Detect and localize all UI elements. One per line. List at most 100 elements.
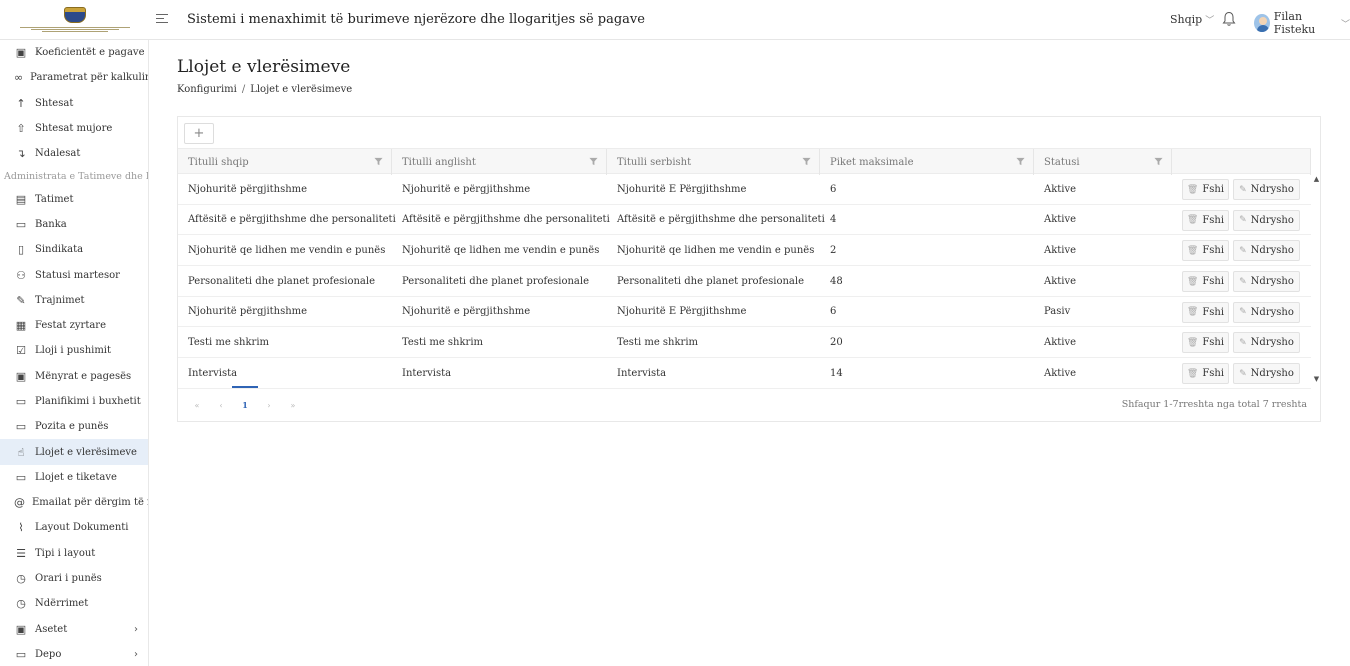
sidebar-item-bottom16[interactable]: ◷ Ndërrimet (0, 591, 148, 616)
next-page-button[interactable]: › (262, 401, 276, 410)
sidebar-item-bottom3[interactable]: ⚇ Statusi martesor (0, 262, 148, 287)
cell-title-sq: Aftësitë e përgjithshme dhe personalitet… (188, 214, 396, 226)
menu-toggle-icon[interactable] (156, 14, 168, 26)
sidebar-item-bottom17[interactable]: ▣ Asetet › (0, 617, 148, 642)
filter-icon[interactable] (1016, 157, 1025, 166)
sidebar-item-bottom4[interactable]: ✎ Trajnimet (0, 288, 148, 313)
delete-label: Fshi (1202, 337, 1225, 349)
sidebar-item-label: Festat zyrtare (35, 320, 106, 332)
scroll-down-arrow-icon[interactable]: ▼ (1312, 375, 1321, 385)
sidebar-item-bottom15[interactable]: ◷ Orari i punës (0, 566, 148, 591)
delete-button[interactable]: 🗑 Fshi (1182, 332, 1229, 354)
sidebar-item-bottom8[interactable]: ▭ Planifikimi i buxhetit (0, 389, 148, 414)
cell-title-en: Personaliteti dhe planet profesionale (402, 275, 590, 287)
briefcase-icon: ▭ (15, 420, 27, 434)
delete-label: Fshi (1202, 214, 1225, 226)
sidebar-item-label: Layout Dokumenti (35, 522, 129, 534)
sidebar-item-bottom13[interactable]: ⌇ Layout Dokumenti (0, 515, 148, 540)
delete-button[interactable]: 🗑 Fshi (1182, 179, 1229, 200)
pagination: « ‹ 1 › » (190, 386, 310, 413)
edit-label: Ndrysho (1250, 214, 1294, 226)
sidebar-item-bottom1[interactable]: ▭ Banka (0, 212, 148, 237)
ordered-list-icon: ☰ (16, 546, 26, 560)
cell-title-sq: Testi me shkrim (188, 336, 270, 348)
user-menu[interactable]: Filan Fisteku ﹀ (1254, 10, 1350, 36)
first-page-button[interactable]: « (190, 401, 204, 410)
last-page-button[interactable]: » (286, 401, 300, 410)
sidebar-item-top4[interactable]: ↴ Ndalesat (0, 141, 148, 166)
filter-icon[interactable] (589, 157, 598, 166)
edit-button[interactable]: ✎ Ndrysho (1233, 240, 1300, 262)
trash-icon: 🗑 (1186, 245, 1199, 256)
sidebar-item-top3[interactable]: ⇧ Shtesat mujore (0, 116, 148, 141)
filter-icon[interactable] (802, 157, 811, 166)
cell-max-points: 6 (830, 306, 837, 318)
table-row: Njohuritë përgjithshme Njohuritë e përgji… (178, 174, 1311, 205)
sidebar-item-top1[interactable]: ∞ Parametrat për kalkulim (0, 65, 148, 90)
delete-button[interactable]: 🗑 Fshi (1182, 301, 1229, 323)
column-title-en-label: Titulli anglisht (402, 156, 476, 168)
delete-button[interactable]: 🗑 Fshi (1182, 209, 1229, 231)
cell-status: Aktive (1044, 183, 1077, 195)
money-icon: ▣ (15, 622, 27, 636)
edit-button[interactable]: ✎ Ndrysho (1233, 363, 1300, 385)
cell-status: Aktive (1044, 214, 1077, 226)
sidebar-item-bottom0[interactable]: ▤ Tatimet (0, 186, 148, 211)
add-button[interactable]: + (184, 123, 214, 144)
column-header-title-en: Titulli anglisht (392, 149, 607, 175)
language-selector[interactable]: Shqip ﹀ (1170, 13, 1214, 26)
sidebar-item-top2[interactable]: ↑ Shtesat (0, 91, 148, 116)
document-icon: ▯ (17, 243, 25, 257)
app-logo[interactable] (0, 0, 149, 40)
table-header: Titulli shqip Titulli anglisht Titulli s… (178, 148, 1311, 175)
edit-button[interactable]: ✎ Ndrysho (1233, 179, 1300, 200)
cell-title-sq: Njohuritë qe lidhen me vendin e punës (188, 244, 386, 256)
filter-icon[interactable] (1154, 157, 1163, 166)
cell-title-en: Njohuritë e përgjithshme (402, 306, 531, 318)
breadcrumb: Konfigurimi / Llojet e vlerësimeve (177, 84, 352, 95)
pencil-icon: ✎ (1239, 337, 1247, 348)
cell-max-points: 20 (830, 336, 843, 348)
delete-button[interactable]: 🗑 Fshi (1182, 363, 1229, 385)
sidebar-item-bottom11[interactable]: ▭ Llojet e tiketave (0, 465, 148, 490)
cell-title-sr: Njohuritë E Përgjithshme (617, 183, 747, 195)
sidebar-item-bottom2[interactable]: ▯ Sindikata (0, 237, 148, 262)
bell-icon[interactable] (1222, 11, 1236, 27)
column-header-max-points: Piket maksimale (820, 149, 1034, 175)
edit-label: Ndrysho (1250, 306, 1294, 318)
delete-label: Fshi (1202, 368, 1225, 380)
pencil-icon: ✎ (1239, 276, 1247, 287)
edit-button[interactable]: ✎ Ndrysho (1233, 301, 1300, 323)
filter-icon[interactable] (374, 157, 383, 166)
sidebar-item-label: Mënyrat e pagesës (35, 370, 132, 382)
trash-icon: 🗑 (1186, 337, 1199, 348)
page-1-button[interactable]: 1 (232, 386, 258, 410)
edit-button[interactable]: ✎ Ndrysho (1233, 332, 1300, 354)
chevron-down-icon: ﹀ (1340, 19, 1350, 30)
sidebar-item-label: Lloji i pushimit (35, 345, 112, 357)
pencil-icon: ✎ (1239, 245, 1247, 256)
sidebar-item-bottom6[interactable]: ☑ Lloji i pushimit (0, 338, 148, 363)
cell-title-sq: Intervista (188, 367, 238, 379)
delete-label: Fshi (1202, 276, 1225, 288)
cell-status: Aktive (1044, 244, 1077, 256)
sidebar-item-bottom9[interactable]: ▭ Pozita e punës (0, 414, 148, 439)
sidebar-item-bottom10[interactable]: ☝ Llojet e vlerësimeve (0, 439, 148, 465)
edit-button[interactable]: ✎ Ndrysho (1233, 271, 1300, 293)
delete-button[interactable]: 🗑 Fshi (1182, 271, 1229, 293)
edit-label: Ndrysho (1250, 184, 1294, 195)
edit-button[interactable]: ✎ Ndrysho (1233, 209, 1300, 231)
edit-label: Ndrysho (1250, 368, 1294, 380)
scroll-up-arrow-icon[interactable]: ▲ (1312, 175, 1321, 185)
sidebar-item-bottom7[interactable]: ▣ Mënyrat e pagesës (0, 364, 148, 389)
breadcrumb-item-konfigurimi[interactable]: Konfigurimi (177, 84, 237, 95)
sidebar-item-bottom12[interactable]: @ Emailat për dërgim të rapo (0, 490, 148, 515)
delete-button[interactable]: 🗑 Fshi (1182, 240, 1229, 262)
page-title: Llojet e vlerësimeve (177, 57, 351, 77)
sidebar-item-top0[interactable]: ▣ Koeficientët e pagave (0, 40, 148, 65)
sidebar-item-bottom18[interactable]: ▭ Depo › (0, 642, 148, 666)
prev-page-button[interactable]: ‹ (214, 401, 228, 410)
chevron-down-icon: ﹀ (1205, 16, 1215, 26)
sidebar-item-bottom14[interactable]: ☰ Tipi i layout (0, 541, 148, 566)
sidebar-item-bottom5[interactable]: ▦ Festat zyrtare (0, 313, 148, 338)
